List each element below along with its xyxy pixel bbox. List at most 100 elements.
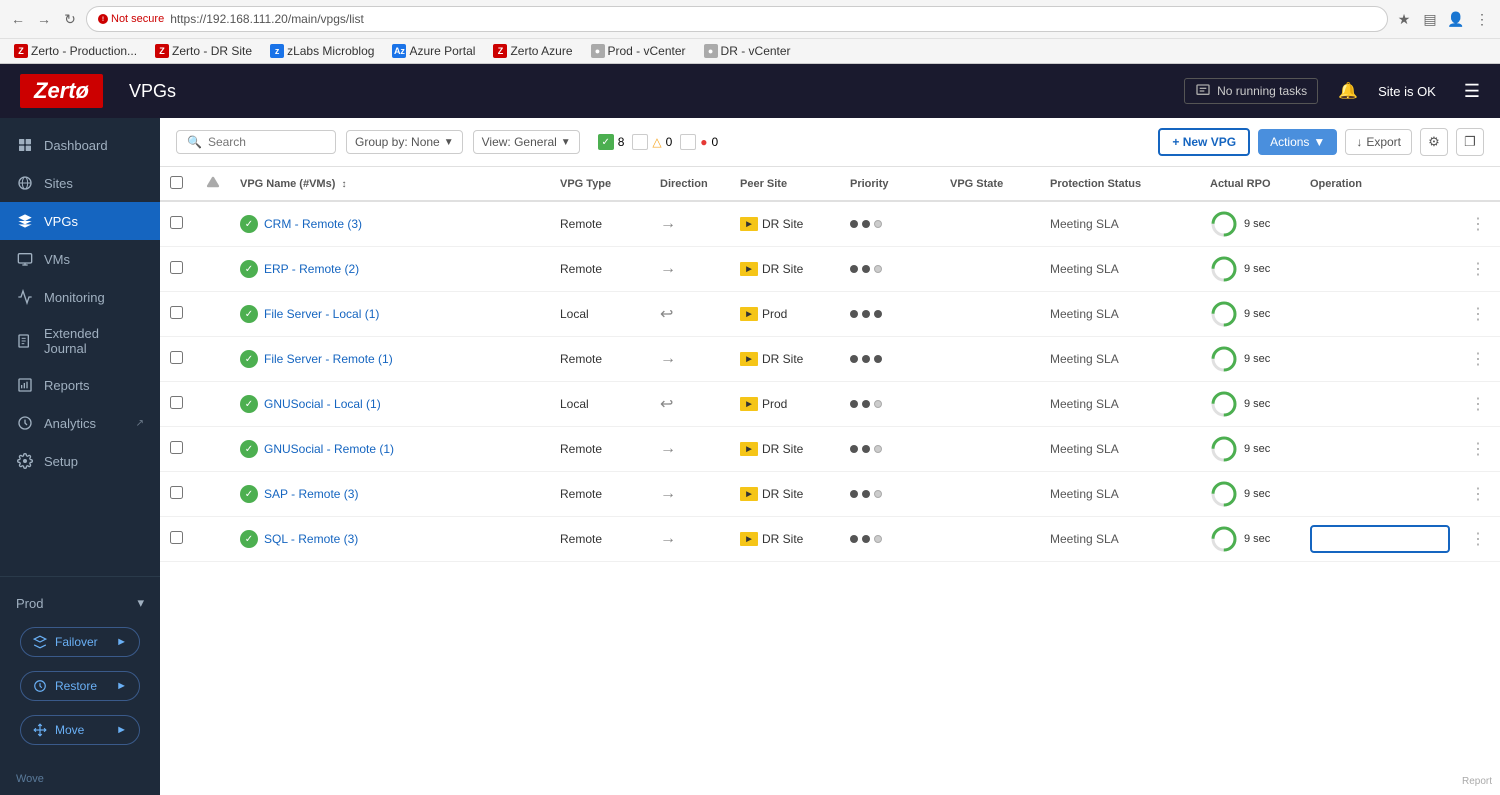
row-checkbox[interactable] [170, 216, 183, 229]
bookmark-zerto-azure[interactable]: Z Zerto Azure [487, 42, 578, 60]
actions-button[interactable]: Actions ▼ [1258, 129, 1337, 155]
priority-dot [850, 400, 858, 408]
protection-status-label: Meeting SLA [1050, 352, 1119, 366]
back-button[interactable]: ← [8, 9, 28, 29]
bookmark-prod-vcenter[interactable]: ● Prod - vCenter [585, 42, 692, 60]
vpg-state-cell [940, 201, 1040, 247]
sidebar-item-setup[interactable]: Setup [0, 442, 160, 480]
search-box[interactable]: 🔍 [176, 130, 336, 154]
url-text: https://192.168.111.20/main/vpgs/list [170, 12, 364, 26]
priority-dot [850, 310, 858, 318]
row-context-menu[interactable]: ⋮ [1470, 529, 1490, 549]
peer-site-label: DR Site [762, 217, 803, 231]
th-vpgname[interactable]: VPG Name (#VMs) ↕ [230, 167, 550, 201]
peer-site-icon: ▶ [740, 442, 758, 456]
row-checkbox[interactable] [170, 396, 183, 409]
vpg-name-link[interactable]: GNUSocial - Remote (1) [264, 442, 394, 456]
move-button[interactable]: Move ► [20, 715, 140, 745]
protection-status-label: Meeting SLA [1050, 532, 1119, 546]
export-label: Export [1366, 135, 1401, 149]
search-icon: 🔍 [187, 135, 202, 149]
address-bar[interactable]: ! Not secure https://192.168.111.20/main… [86, 6, 1388, 32]
th-dots [1460, 167, 1500, 201]
export-button[interactable]: ↓ Export [1345, 129, 1412, 155]
fullscreen-icon-button[interactable]: ❐ [1456, 128, 1484, 156]
reports-label: Reports [44, 378, 90, 393]
menu-button[interactable]: ⋮ [1472, 9, 1492, 29]
external-link-icon: ↗ [136, 418, 144, 429]
status-icon: ✓ [240, 350, 258, 368]
settings-icon-button[interactable]: ⚙ [1420, 128, 1448, 156]
view-select[interactable]: View: General ▼ [473, 130, 580, 154]
priority-dot [862, 265, 870, 273]
reload-button[interactable]: ↻ [60, 9, 80, 29]
row-checkbox[interactable] [170, 531, 183, 544]
row-checkbox[interactable] [170, 306, 183, 319]
extensions-button[interactable]: ▤ [1420, 9, 1440, 29]
sidebar-item-sites[interactable]: Sites [0, 164, 160, 202]
row-checkbox[interactable] [170, 441, 183, 454]
warning-icon: △ [652, 135, 661, 149]
sidebar-item-monitoring[interactable]: Monitoring [0, 278, 160, 316]
rpo-value: 9 sec [1244, 533, 1270, 545]
row-checkbox[interactable] [170, 486, 183, 499]
dashboard-label: Dashboard [44, 138, 108, 153]
row-context-menu[interactable]: ⋮ [1470, 439, 1490, 459]
vpg-name-link[interactable]: SQL - Remote (3) [264, 532, 358, 546]
search-input[interactable] [208, 135, 325, 149]
row-context-menu[interactable]: ⋮ [1470, 214, 1490, 234]
running-tasks-indicator[interactable]: No running tasks [1184, 78, 1318, 104]
not-secure-indicator: ! Not secure [97, 13, 164, 25]
bookmark-dr-vcenter[interactable]: ● DR - vCenter [698, 42, 797, 60]
status-filter-red[interactable]: ● 0 [680, 134, 718, 150]
row-context-menu[interactable]: ⋮ [1470, 259, 1490, 279]
status-filter-green[interactable]: ✓ 8 [598, 134, 625, 150]
row-context-menu[interactable]: ⋮ [1470, 349, 1490, 369]
peer-site-cell: ▶ Prod [730, 382, 840, 427]
sidebar-item-vms[interactable]: VMs [0, 240, 160, 278]
sidebar-nav: Dashboard Sites VPGs [0, 118, 160, 576]
browser-toolbar: ← → ↻ ! Not secure https://192.168.111.2… [0, 0, 1500, 38]
vpg-name-link[interactable]: GNUSocial - Local (1) [264, 397, 381, 411]
bookmark-zlabs[interactable]: z zLabs Microblog [264, 42, 380, 60]
protection-cell: Meeting SLA [1040, 517, 1200, 562]
th-priority: Priority [840, 167, 940, 201]
sidebar-item-dashboard[interactable]: Dashboard [0, 126, 160, 164]
sidebar-item-vpgs[interactable]: VPGs [0, 202, 160, 240]
row-checkbox[interactable] [170, 351, 183, 364]
priority-cell [840, 292, 940, 337]
protection-cell: Meeting SLA [1040, 382, 1200, 427]
notifications-bell[interactable]: 🔔 [1338, 81, 1358, 101]
failover-button[interactable]: Failover ► [20, 627, 140, 657]
forward-button[interactable]: → [34, 9, 54, 29]
group-by-select[interactable]: Group by: None ▼ [346, 130, 463, 154]
hamburger-menu[interactable]: ☰ [1464, 81, 1480, 102]
vpg-name-link[interactable]: ERP - Remote (2) [264, 262, 359, 276]
bookmark-azure-portal[interactable]: Az Azure Portal [386, 42, 481, 60]
bookmark-zerto-dr[interactable]: Z Zerto - DR Site [149, 42, 258, 60]
bookmark-button[interactable]: ★ [1394, 9, 1414, 29]
bookmark-zerto-prod[interactable]: Z Zerto - Production... [8, 42, 143, 60]
sidebar-item-reports[interactable]: Reports [0, 366, 160, 404]
vpg-name-link[interactable]: SAP - Remote (3) [264, 487, 358, 501]
sidebar-prod-section[interactable]: Prod ▾ [0, 589, 160, 617]
vpg-name-link[interactable]: CRM - Remote (3) [264, 217, 362, 231]
sidebar-item-extended-journal[interactable]: Extended Journal [0, 316, 160, 366]
row-context-menu[interactable]: ⋮ [1470, 484, 1490, 504]
analytics-icon [16, 414, 34, 432]
row-context-menu[interactable]: ⋮ [1470, 304, 1490, 324]
vpg-name-link[interactable]: File Server - Remote (1) [264, 352, 393, 366]
th-vpgname-label: VPG Name (#VMs) [240, 178, 335, 190]
priority-dot [874, 355, 882, 363]
restore-button[interactable]: Restore ► [20, 671, 140, 701]
table-row: ✓ SQL - Remote (3) Remote → ▶ DR Site Me… [160, 517, 1500, 562]
status-filter-yellow[interactable]: △ 0 [632, 134, 672, 150]
select-all-checkbox[interactable] [170, 176, 183, 189]
operation-td [1300, 427, 1460, 472]
row-checkbox[interactable] [170, 261, 183, 274]
vpg-name-link[interactable]: File Server - Local (1) [264, 307, 379, 321]
profile-button[interactable]: 👤 [1446, 9, 1466, 29]
sidebar-item-analytics[interactable]: Analytics ↗ [0, 404, 160, 442]
row-context-menu[interactable]: ⋮ [1470, 394, 1490, 414]
new-vpg-button[interactable]: + New VPG [1158, 128, 1250, 156]
